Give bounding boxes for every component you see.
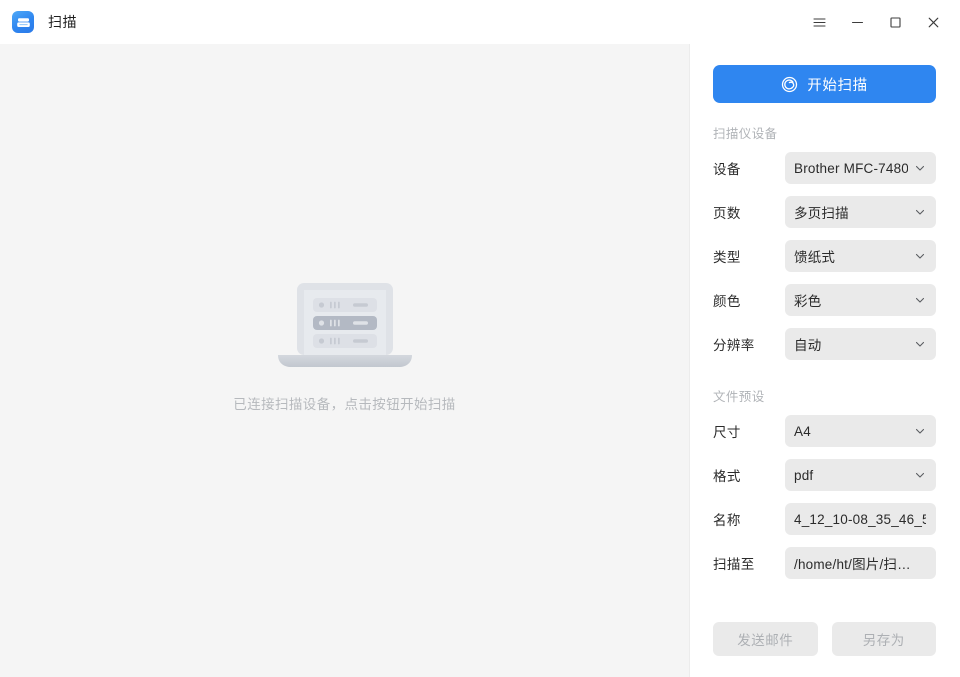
save-as-button[interactable]: 另存为: [832, 622, 937, 656]
size-dropdown-value: A4: [794, 424, 908, 439]
pages-dropdown[interactable]: 多页扫描: [785, 196, 936, 228]
scan-app-window: 扫描: [0, 0, 960, 677]
row-scan-to: 扫描至 /home/ht/图片/扫…: [713, 541, 936, 585]
device-dropdown-value: Brother MFC-7480D: [794, 161, 908, 176]
chevron-down-icon: [914, 162, 926, 174]
resolution-dropdown-value: 自动: [794, 334, 908, 354]
maximize-icon[interactable]: [876, 3, 914, 41]
row-label-pages: 页数: [713, 202, 785, 222]
action-buttons: 发送邮件 另存为: [713, 622, 936, 677]
preview-pane: 已连接扫描设备，点击按钮开始扫描: [0, 44, 690, 677]
hamburger-menu-icon[interactable]: [800, 3, 838, 41]
title-bar: 扫描: [0, 0, 960, 44]
format-dropdown[interactable]: pdf: [785, 459, 936, 491]
row-name: 名称 4_12_10-08_35_46_530: [713, 497, 936, 541]
color-dropdown[interactable]: 彩色: [785, 284, 936, 316]
empty-state-text: 已连接扫描设备，点击按钮开始扫描: [233, 393, 455, 413]
type-dropdown-value: 馈纸式: [794, 246, 908, 266]
start-scan-button[interactable]: 开始扫描: [713, 65, 936, 103]
chevron-down-icon: [914, 425, 926, 437]
scanner-device-illustration: [275, 271, 415, 371]
scan-to-path-picker[interactable]: /home/ht/图片/扫…: [785, 547, 936, 579]
resolution-dropdown[interactable]: 自动: [785, 328, 936, 360]
pages-dropdown-value: 多页扫描: [794, 202, 908, 222]
start-scan-label: 开始扫描: [807, 74, 867, 95]
row-pages: 页数 多页扫描: [713, 190, 936, 234]
chevron-down-icon: [914, 206, 926, 218]
color-dropdown-value: 彩色: [794, 290, 908, 310]
send-email-button[interactable]: 发送邮件: [713, 622, 818, 656]
close-icon[interactable]: [914, 3, 952, 41]
settings-pane: 开始扫描 扫描仪设备 设备 Brother MFC-7480D 页数 多页扫描: [690, 44, 960, 677]
row-label-name: 名称: [713, 509, 785, 529]
row-label-scan-to: 扫描至: [713, 553, 785, 573]
row-label-resolution: 分辨率: [713, 334, 785, 354]
window-controls: [800, 0, 960, 44]
scanner-icon: [12, 11, 34, 33]
row-label-color: 颜色: [713, 290, 785, 310]
format-dropdown-value: pdf: [794, 468, 908, 483]
row-label-size: 尺寸: [713, 421, 785, 441]
row-color: 颜色 彩色: [713, 278, 936, 322]
scan-spiral-icon: [781, 76, 798, 93]
window-title: 扫描: [48, 12, 77, 32]
minimize-icon[interactable]: [838, 3, 876, 41]
size-dropdown[interactable]: A4: [785, 415, 936, 447]
name-input-value: 4_12_10-08_35_46_530: [794, 512, 926, 527]
row-label-device: 设备: [713, 158, 785, 178]
chevron-down-icon: [914, 250, 926, 262]
row-device: 设备 Brother MFC-7480D: [713, 146, 936, 190]
chevron-down-icon: [914, 338, 926, 350]
type-dropdown[interactable]: 馈纸式: [785, 240, 936, 272]
row-label-format: 格式: [713, 465, 785, 485]
device-section-title: 扫描仪设备: [713, 123, 936, 142]
main-body: 已连接扫描设备，点击按钮开始扫描 开始扫描 扫描仪设备 设备: [0, 44, 960, 677]
row-resolution: 分辨率 自动: [713, 322, 936, 366]
chevron-down-icon: [914, 469, 926, 481]
empty-state: 已连接扫描设备，点击按钮开始扫描: [233, 271, 455, 413]
row-format: 格式 pdf: [713, 453, 936, 497]
scan-to-path-value: /home/ht/图片/扫…: [794, 553, 926, 573]
file-section-title: 文件预设: [713, 386, 936, 405]
row-type: 类型 馈纸式: [713, 234, 936, 278]
row-label-type: 类型: [713, 246, 785, 266]
row-size: 尺寸 A4: [713, 409, 936, 453]
name-input[interactable]: 4_12_10-08_35_46_530: [785, 503, 936, 535]
chevron-down-icon: [914, 294, 926, 306]
device-dropdown[interactable]: Brother MFC-7480D: [785, 152, 936, 184]
